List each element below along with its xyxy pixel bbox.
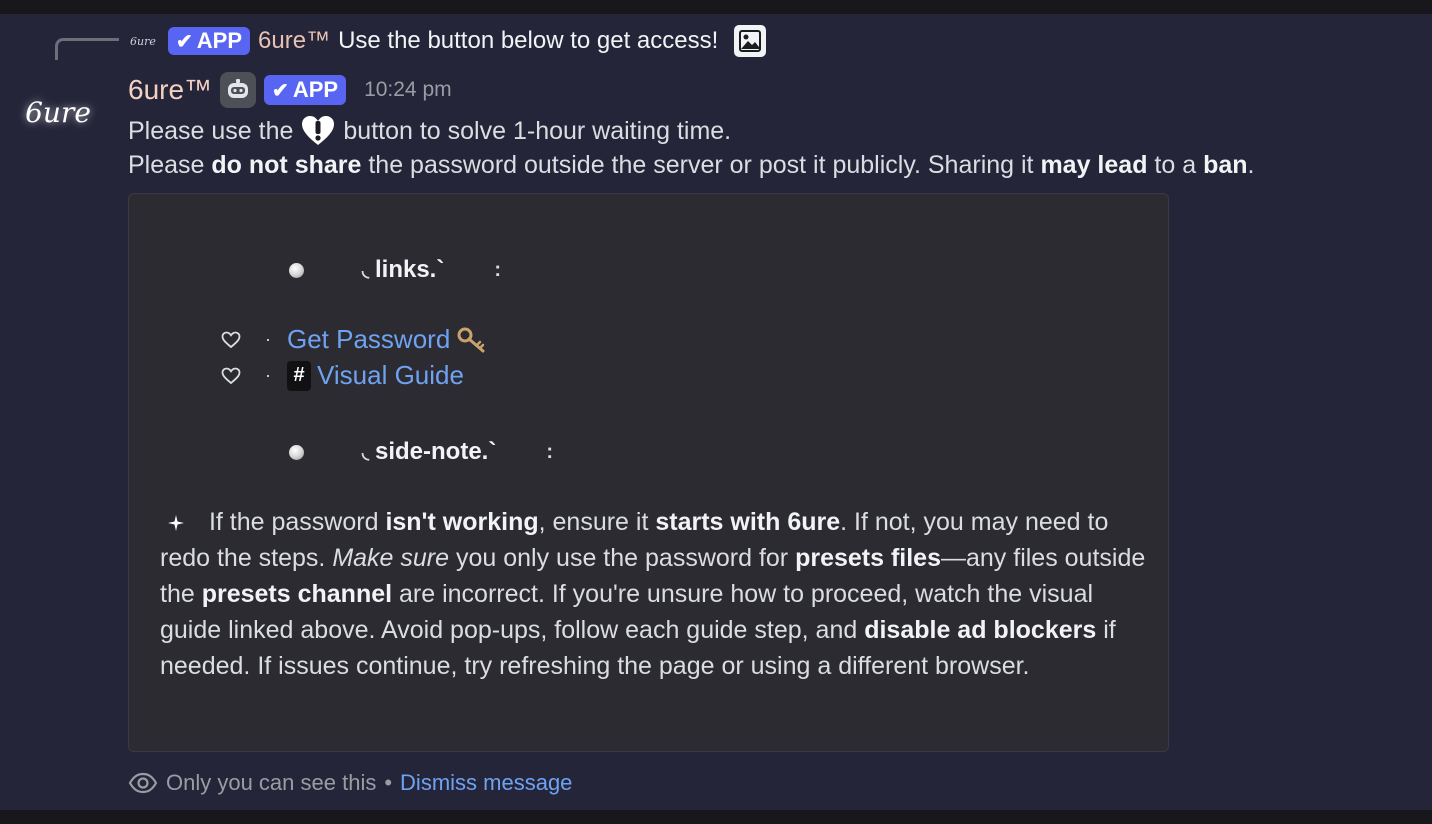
deco-curve: ◟ [362, 259, 369, 280]
line2-bold1: do not share [211, 151, 362, 179]
reply-app-badge: ✔ APP [168, 27, 251, 55]
note-b4: presets channel [201, 580, 393, 608]
pearl-icon [289, 262, 304, 278]
reply-avatar[interactable]: 6ure [130, 35, 160, 48]
reply-text[interactable]: Use the button below to get access! [338, 27, 718, 55]
line2-part4: . [1247, 151, 1255, 179]
dismiss-message-link[interactable]: Dismiss message [400, 770, 572, 796]
image-icon [734, 25, 767, 57]
line2-bold2: may lead [1040, 151, 1148, 179]
message-line-2: Please do not share the password outside… [128, 151, 1254, 180]
pearl-icon [289, 444, 304, 460]
deco-colon: : [546, 440, 553, 463]
note-b1: isn't working [385, 508, 539, 536]
reply-username[interactable]: 6ure™ [258, 27, 330, 55]
hash-icon: # [287, 360, 311, 391]
bullet-dot: · [265, 329, 271, 349]
deco-colon: : [494, 258, 502, 281]
line1-before: Please use the [128, 116, 294, 145]
note-i1: Make sure [332, 544, 450, 572]
visual-guide-link[interactable]: Visual Guide [317, 360, 464, 391]
bullet-dot: · [265, 365, 271, 385]
check-icon: ✔ [176, 30, 193, 53]
bottom-bar [0, 810, 1432, 824]
side-note-section-title: ◟ side-note.` : [289, 438, 553, 466]
get-password-link[interactable]: Get Password [287, 324, 450, 355]
links-section-title: ◟ links.` : [289, 256, 501, 284]
note-t4: you only use the password for [449, 544, 796, 572]
ephemeral-notice: Only you can see this • Dismiss message [128, 770, 572, 796]
note-t1: If the password [202, 508, 386, 536]
heart-icon [221, 331, 241, 349]
embed-card: ◟ links.` : · Get Password · # Visual Gu… [128, 193, 1169, 752]
note-b3: presets files [795, 544, 941, 572]
line2-bold3: ban [1203, 151, 1248, 179]
top-bar [0, 0, 1432, 14]
reply-app-badge-label: APP [196, 28, 243, 53]
separator-dot: • [384, 770, 393, 795]
exclamation-heart-icon [299, 114, 337, 148]
sparkle-icon [160, 511, 192, 535]
check-icon: ✔ [272, 79, 289, 102]
heart-icon [221, 367, 241, 385]
links-title-text: links.` [374, 256, 445, 283]
bot-icon [220, 72, 257, 108]
reply-connector [55, 38, 119, 60]
reply-preview[interactable]: 6ure ✔ APP 6ure™ Use the button below to… [130, 24, 767, 58]
link-row-get-password: · Get Password [221, 324, 488, 355]
avatar[interactable]: 6ure [22, 82, 94, 142]
deco-curve: ◟ [362, 441, 369, 462]
line1-after: button to solve 1-hour waiting time. [343, 116, 732, 145]
note-t2: , ensure it [538, 508, 656, 536]
message-header: 6ure™ ✔ APP 10:24 pm [128, 68, 452, 112]
app-badge-label: APP [292, 77, 339, 102]
message-line-1: Please use the button to solve 1-hour wa… [128, 114, 731, 148]
side-note-text: If the password isn't working, ensure it… [160, 504, 1150, 684]
only-you-text: Only you can see this [166, 770, 377, 795]
line2-part1: Please [128, 151, 212, 179]
key-icon [456, 326, 488, 354]
link-row-visual-guide: · # Visual Guide [221, 360, 464, 391]
line2-part3: to a [1147, 151, 1204, 179]
line2-part2: the password outside the server or post … [361, 151, 1041, 179]
timestamp[interactable]: 10:24 pm [364, 78, 452, 102]
username[interactable]: 6ure™ [128, 74, 212, 106]
side-note-title-text: side-note.` [374, 438, 497, 465]
eye-icon [128, 771, 158, 795]
note-b2: starts with 6ure [655, 508, 841, 536]
note-b5: disable ad blockers [864, 616, 1097, 644]
app-badge: ✔ APP [264, 75, 347, 105]
